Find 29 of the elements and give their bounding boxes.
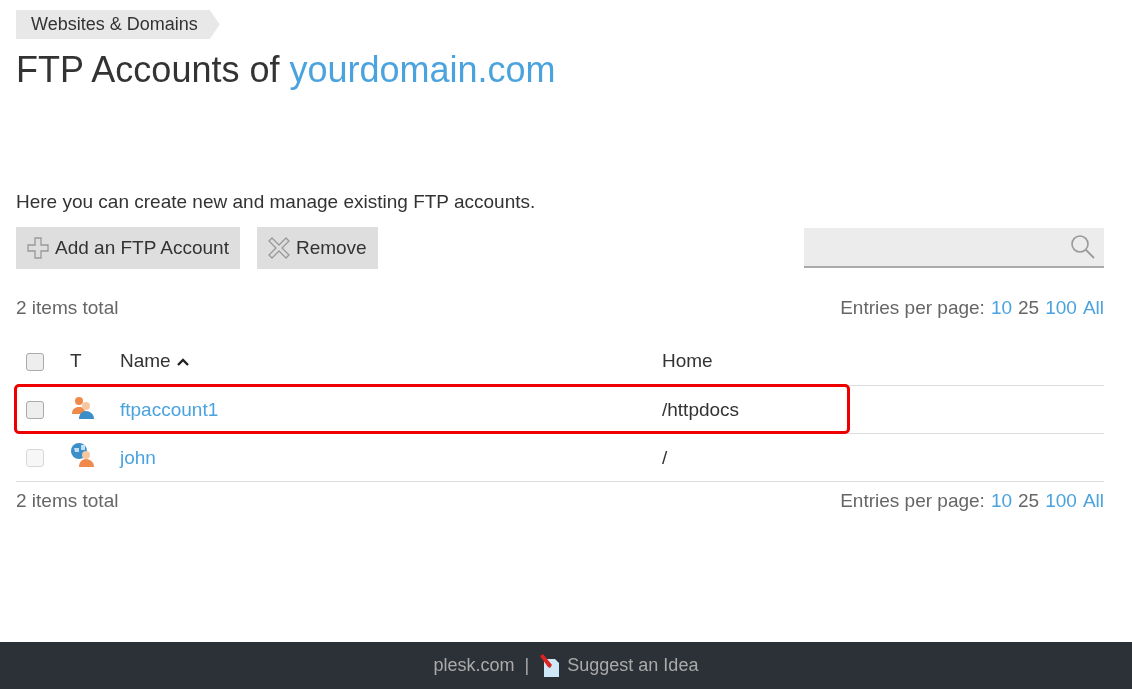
home-path-text: /httpdocs xyxy=(662,398,740,420)
plus-icon xyxy=(27,237,49,259)
entries-per-page-label: Entries per page: xyxy=(840,297,985,319)
row-checkbox[interactable] xyxy=(26,401,44,420)
pencil-note-icon xyxy=(539,653,562,678)
page-size-link[interactable]: 25 xyxy=(1018,297,1040,319)
description-text: Here you can create new and manage existing FTP accounts. xyxy=(16,191,537,213)
search-field[interactable] xyxy=(804,228,1104,268)
items-total-text: 2 items total xyxy=(16,297,119,319)
sort-ascending-icon[interactable] xyxy=(176,358,189,366)
cross-icon xyxy=(267,237,290,259)
suggest-idea-link[interactable]: Suggest an Idea xyxy=(539,653,699,678)
home-path-text: / xyxy=(662,446,668,468)
column-header[interactable]: Name xyxy=(120,350,171,371)
remove-button[interactable]: Remove xyxy=(256,227,378,269)
users-icon xyxy=(70,394,96,420)
select-all-checkbox[interactable] xyxy=(26,353,44,371)
breadcrumb-link[interactable]: Websites & Domains xyxy=(16,10,220,39)
search-icon[interactable] xyxy=(1070,234,1096,260)
add-button[interactable]: Add an FTP Account xyxy=(16,227,240,269)
page-size-link[interactable]: 25 xyxy=(1018,490,1040,512)
entries-per-page-label: Entries per page: xyxy=(840,490,985,512)
plesk-link[interactable]: plesk.com xyxy=(433,655,515,676)
globe-user-icon xyxy=(70,442,96,468)
items-total-text: 2 items total xyxy=(16,490,119,512)
column-header[interactable]: T xyxy=(70,350,82,371)
separator-text: | xyxy=(524,655,530,676)
column-header[interactable]: Home xyxy=(662,350,713,371)
page-title: FTP Accounts of yourdomain.com xyxy=(16,49,557,91)
